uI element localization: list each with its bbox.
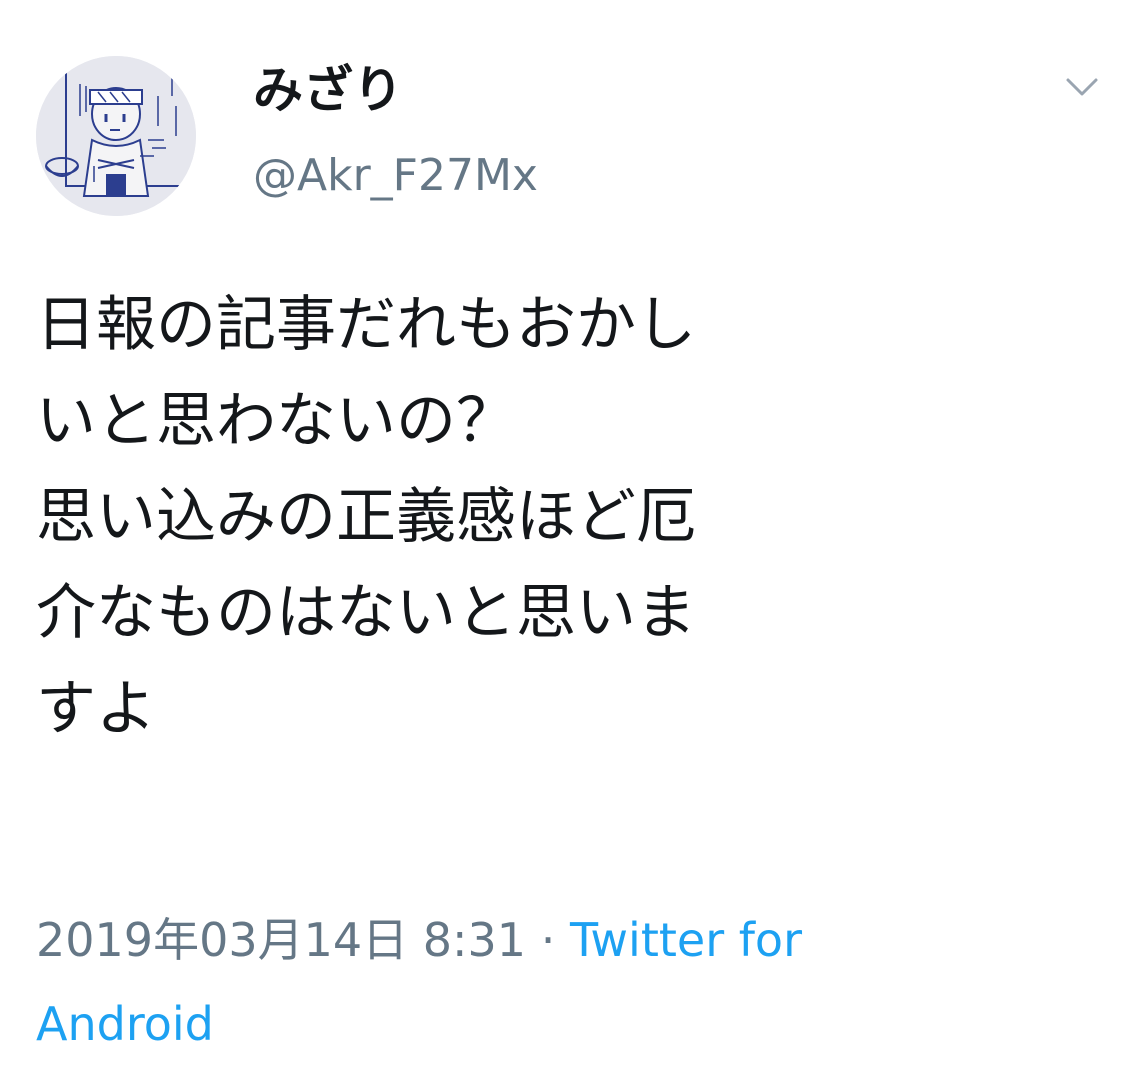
tweet-meta: 2019年03月14日 8:31 · Twitter for Android <box>36 898 1116 1066</box>
source-label-line2[interactable]: Android <box>36 997 214 1051</box>
tweet-text-line: いと思わないの？ <box>36 386 516 456</box>
tweet-text-line: 思い込みの正義感ほど厄 <box>36 482 696 552</box>
meta-separator: · <box>540 913 556 967</box>
chevron-down-icon[interactable] <box>1060 70 1104 106</box>
tweet-text-line: 介なものはないと思いま <box>36 578 696 648</box>
tweet-card: みざり @Akr_F27Mx 日報の記事だれもおかし いと思わないの？ 思い込み… <box>0 0 1141 1069</box>
display-name[interactable]: みざり <box>253 58 403 122</box>
tweet-text-line: 日報の記事だれもおかし <box>36 290 696 360</box>
tweet-text-line: すよ <box>36 674 156 744</box>
timestamp[interactable]: 2019年03月14日 8:31 <box>36 913 526 967</box>
source-label-line1[interactable]: Twitter for <box>570 913 802 967</box>
avatar[interactable] <box>36 56 196 216</box>
tweet-text: 日報の記事だれもおかし いと思わないの？ 思い込みの正義感ほど厄 介なものはない… <box>36 277 1116 757</box>
user-handle[interactable]: @Akr_F27Mx <box>253 146 538 206</box>
avatar-drawing <box>36 56 196 216</box>
